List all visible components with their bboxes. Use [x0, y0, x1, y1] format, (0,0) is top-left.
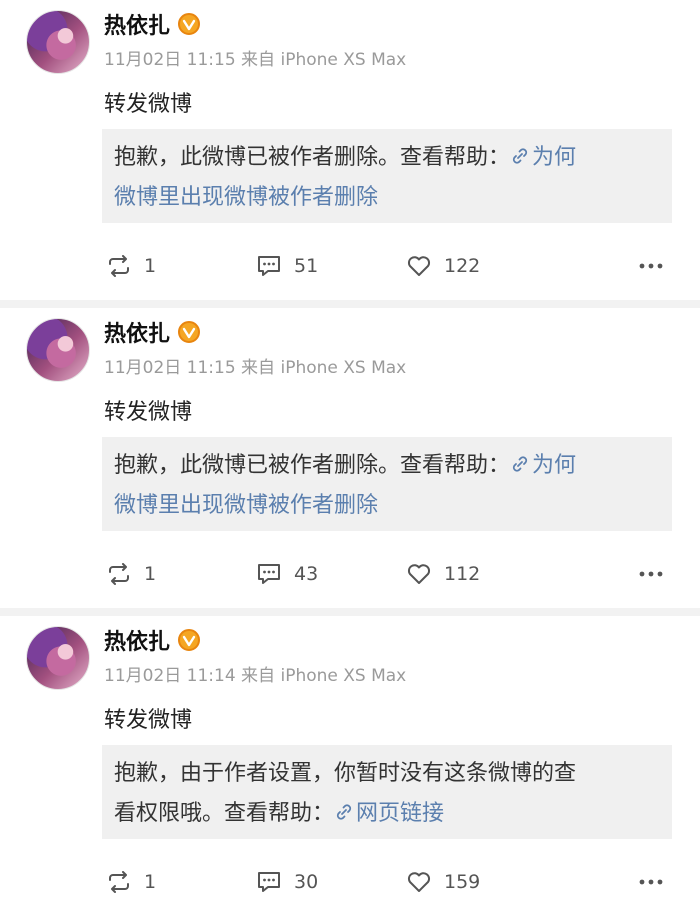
post-text: 转发微博	[104, 400, 193, 425]
post-meta: 11月02日 11:14 来自 iPhone XS Max	[104, 666, 407, 686]
help-link-text-continued: 微博里出现微博被作者删除	[114, 185, 379, 210]
notice-text-continued: 看权限哦。查看帮助：	[114, 801, 335, 826]
verified-badge-icon	[178, 321, 201, 343]
post-text: 转发微博	[104, 92, 193, 117]
repost-icon	[109, 871, 129, 893]
repost-icon	[109, 255, 129, 277]
more-button[interactable]	[638, 248, 664, 284]
link-icon	[512, 148, 528, 164]
quoted-post-deleted-notice[interactable]: 抱歉，此微博已被作者删除。查看帮助： 为何微博里出现微博被作者删除	[102, 437, 672, 531]
like-count: 122	[444, 255, 481, 277]
more-dots-icon	[639, 263, 663, 269]
post-meta: 11月02日 11:15 来自 iPhone XS Max	[104, 358, 407, 378]
post: 热依扎 11月02日 11:15 来自 iPhone XS Max 转发微博 抱…	[0, 308, 700, 608]
more-dots-icon	[639, 571, 663, 577]
quoted-post-restricted-notice[interactable]: 抱歉，由于作者设置，你暂时没有这条微博的查 看权限哦。查看帮助： 网页链接	[102, 745, 672, 839]
verified-badge-icon	[178, 629, 201, 651]
like-count: 159	[444, 871, 481, 893]
post-text: 转发微博	[104, 708, 193, 733]
like-button[interactable]: 112	[406, 556, 480, 592]
action-bar: 1 51 122	[0, 248, 700, 284]
verified-badge-icon	[178, 13, 201, 35]
comment-button[interactable]: 30	[256, 864, 318, 900]
more-button[interactable]	[638, 556, 664, 592]
repost-count: 1	[144, 563, 157, 585]
link-icon	[512, 456, 528, 472]
comment-icon	[258, 564, 280, 584]
feed: 热依扎 11月02日 11:15 来自 iPhone XS Max 转发微博 抱…	[0, 0, 700, 919]
comment-icon	[258, 256, 280, 276]
more-dots-icon	[639, 879, 663, 885]
repost-button[interactable]: 1	[106, 556, 156, 592]
repost-count: 1	[144, 255, 157, 277]
username[interactable]: 热依扎	[104, 8, 170, 40]
repost-icon	[109, 563, 129, 585]
avatar[interactable]	[26, 626, 90, 690]
help-link[interactable]: 网页链接	[334, 801, 444, 826]
comment-count: 30	[294, 871, 319, 893]
username[interactable]: 热依扎	[104, 624, 170, 656]
avatar[interactable]	[26, 10, 90, 74]
help-link-text-continued: 微博里出现微博被作者删除	[114, 493, 379, 518]
heart-icon	[407, 872, 431, 892]
notice-text: 抱歉，此微博已被作者删除。查看帮助：	[114, 145, 511, 170]
action-bar: 1 43 112	[0, 556, 700, 592]
notice-text: 抱歉，由于作者设置，你暂时没有这条微博的查	[114, 761, 577, 786]
help-link-text: 为何	[532, 453, 577, 478]
quoted-post-deleted-notice[interactable]: 抱歉，此微博已被作者删除。查看帮助： 为何微博里出现微博被作者删除	[102, 129, 672, 223]
action-bar: 1 30 159	[0, 864, 700, 900]
comment-count: 43	[294, 563, 319, 585]
more-button[interactable]	[638, 864, 664, 900]
post: 热依扎 11月02日 11:15 来自 iPhone XS Max 转发微博 抱…	[0, 0, 700, 300]
help-link-text: 网页链接	[356, 801, 445, 826]
post-meta: 11月02日 11:15 来自 iPhone XS Max	[104, 50, 407, 70]
username-row: 热依扎	[104, 316, 201, 348]
comment-button[interactable]: 43	[256, 556, 318, 592]
comment-count: 51	[294, 255, 319, 277]
notice-text: 抱歉，此微博已被作者删除。查看帮助：	[114, 453, 511, 478]
comment-icon	[258, 872, 280, 892]
username-row: 热依扎	[104, 8, 201, 40]
repost-button[interactable]: 1	[106, 248, 156, 284]
username[interactable]: 热依扎	[104, 316, 170, 348]
repost-count: 1	[144, 871, 157, 893]
comment-button[interactable]: 51	[256, 248, 318, 284]
link-icon	[336, 804, 352, 820]
help-link-text: 为何	[532, 145, 577, 170]
username-row: 热依扎	[104, 624, 201, 656]
avatar[interactable]	[26, 318, 90, 382]
heart-icon	[407, 564, 431, 584]
like-button[interactable]: 122	[406, 248, 480, 284]
post: 热依扎 11月02日 11:14 来自 iPhone XS Max 转发微博 抱…	[0, 616, 700, 919]
heart-icon	[407, 256, 431, 276]
like-count: 112	[444, 563, 481, 585]
repost-button[interactable]: 1	[106, 864, 156, 900]
like-button[interactable]: 159	[406, 864, 480, 900]
